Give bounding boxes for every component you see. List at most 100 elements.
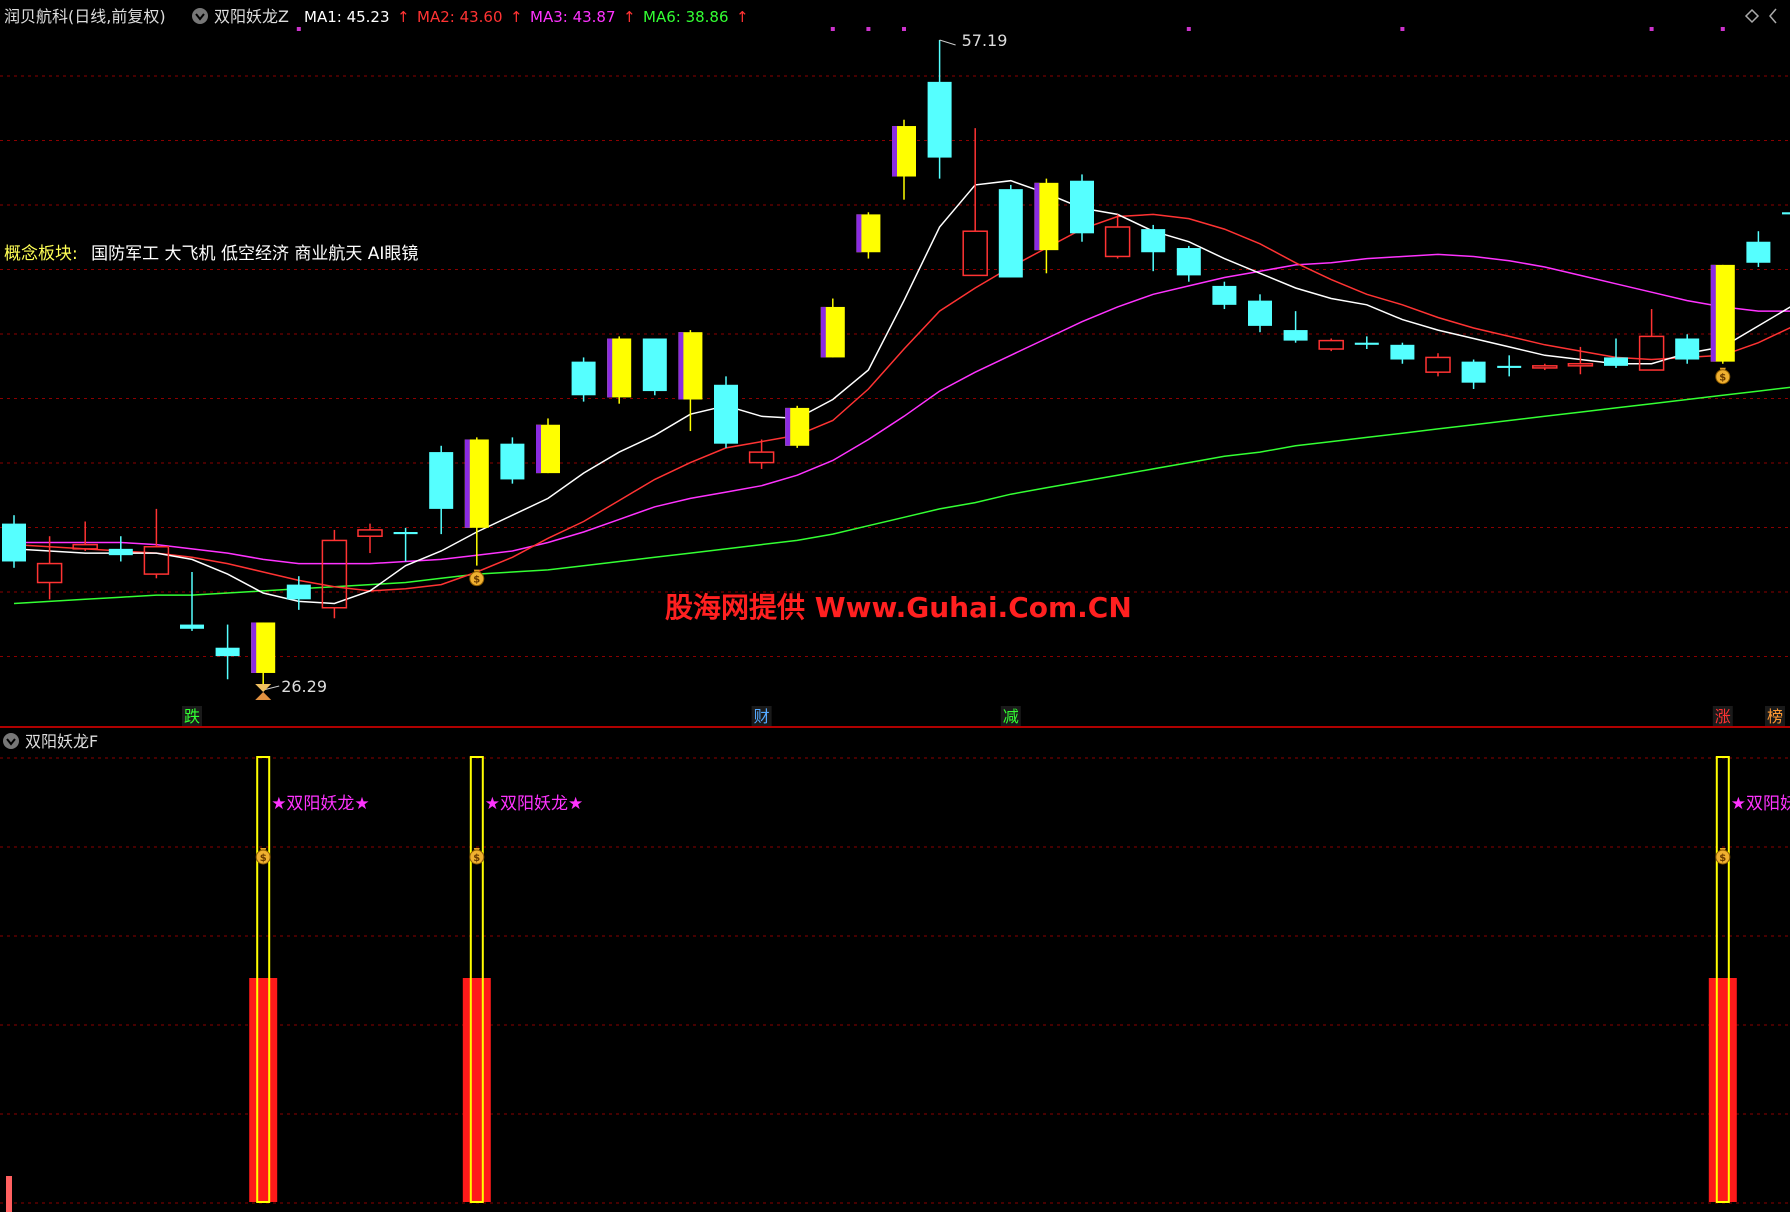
candle[interactable] [785,405,810,448]
svg-text:$: $ [473,853,480,864]
candle[interactable] [1390,342,1415,364]
signal-column: $ ★双阳妖龙★ [462,756,583,1203]
candle[interactable] [998,184,1023,278]
ma-legend-item: MA6: 38.86 [643,8,729,26]
money-bag-icon: $ [469,569,485,587]
candle[interactable] [1497,355,1522,377]
bottom-markers: 跌财减涨榜 [182,706,1785,726]
candle[interactable] [1782,162,1790,238]
svg-text:$: $ [473,575,480,586]
candle[interactable] [321,529,348,619]
bottom-marker: 财 [751,706,772,726]
bottom-marker: 减 [1000,706,1021,726]
candle[interactable] [108,536,133,562]
volume-stub [6,1176,12,1212]
candle[interactable] [1034,178,1059,274]
candle[interactable] [1354,336,1379,350]
candle[interactable] [180,571,204,631]
candle[interactable] [642,338,667,396]
candle[interactable] [2,515,26,568]
candle[interactable] [1710,264,1735,364]
price-panel[interactable]: $ $ 润贝航科(日线,前复权) 双阳妖龙Z MA1: 45.23 ↑ MA2: 43… [0,7,1790,726]
candle[interactable] [72,521,98,551]
signal-column: $ ★双阳妖龙★ [249,756,370,1203]
money-bag-icon: $ [469,848,485,865]
candle[interactable] [892,119,916,200]
signal-label: ★双阳妖龙★ [485,794,583,814]
svg-text:$: $ [1719,373,1726,384]
svg-text:财: 财 [754,707,770,726]
candle[interactable] [1604,338,1628,368]
stock-chart-window[interactable]: $ $ 润贝航科(日线,前复权) 双阳妖龙Z MA1: 45.23 ↑ MA2: 43… [0,0,1790,1212]
candle[interactable] [1746,231,1771,267]
candle[interactable] [748,439,775,469]
signal-bar [462,978,491,1202]
candle[interactable] [1532,363,1558,371]
candle[interactable] [500,437,525,484]
candle[interactable] [1283,311,1308,343]
diamond-icon[interactable] [1744,8,1760,24]
bottom-marker: 榜 [1765,706,1785,726]
indicator-dropdown-icon[interactable] [192,8,208,24]
candle[interactable] [393,527,418,562]
candle[interactable] [1248,294,1272,333]
candle[interactable] [856,212,881,259]
candle[interactable] [962,128,988,277]
concept-value: 国防军工 大飞机 低空经济 商业航天 AI眼镜 [91,244,418,264]
signal-dot [1400,27,1405,31]
candle[interactable] [1176,245,1201,282]
candle[interactable] [1461,359,1486,389]
signal-dot [1720,27,1725,31]
svg-text:概念板块: 国防军工 大飞机 低空经济 商业航天: 概念板块: 国防军工 大飞机 低空经济 商业航天 AI眼镜 [4,243,418,264]
signal-panel[interactable]: 双阳妖龙F $ ★双阳妖龙★ $ ★双阳妖龙★ $ ★双阳妖龙★ [0,732,1790,1212]
indicator-name[interactable]: 双阳妖龙Z [214,7,289,26]
stock-title: 润贝航科(日线,前复权) [4,7,166,26]
candle[interactable] [678,330,703,432]
svg-text:$: $ [1719,853,1726,864]
candle[interactable] [1318,338,1344,352]
signal-bars: $ ★双阳妖龙★ $ ★双阳妖龙★ $ ★双阳妖龙★ [249,756,1790,1203]
svg-text:减: 减 [1003,707,1019,726]
signal-dot [296,27,301,31]
signal-dot [902,27,906,31]
svg-text:涨: 涨 [1715,707,1731,726]
ma2-line [13,213,1790,592]
ma6-line [13,386,1790,605]
candle[interactable] [429,445,454,535]
signal-label: ★双阳妖龙★ [1731,794,1790,814]
candle[interactable] [536,418,560,474]
ma-legend-item: MA2: 43.60 [417,8,503,26]
up-arrow-icon: ↑ [736,8,749,26]
candle[interactable] [1141,224,1166,272]
candle[interactable] [1425,353,1451,377]
candle[interactable] [215,624,240,680]
candle[interactable] [1675,334,1700,364]
candle[interactable] [251,622,276,690]
ma-legend-item: MA3: 43.87 [530,8,616,26]
candle[interactable] [714,376,738,448]
chevron-icon[interactable] [1769,8,1777,24]
ma-legend: MA1: 45.23 ↑ MA2: 43.60 ↑ MA3: 43.87 ↑ MA6: 38… [304,8,749,26]
up-arrow-icon: ↑ [623,8,636,26]
candle[interactable] [571,357,596,402]
candle[interactable] [607,336,632,404]
low-price-label: 26.29 [281,677,327,696]
candle[interactable] [1212,281,1237,310]
ma-legend-item: MA1: 45.23 [304,8,390,26]
candle[interactable] [1104,214,1131,259]
bottom-marker: 涨 [1712,706,1733,726]
candle[interactable] [927,40,952,179]
signal-label: ★双阳妖龙★ [271,794,369,814]
candle[interactable] [820,298,845,358]
candle[interactable] [357,523,383,554]
signal-bar [1708,978,1737,1202]
money-bag-icon: $ [255,848,271,865]
up-arrow-icon: ↑ [397,8,410,26]
signal-dropdown-icon[interactable] [3,733,19,749]
candle[interactable] [464,437,489,566]
hourglass-icon [255,684,272,700]
svg-text:榜: 榜 [1767,707,1783,726]
signal-dot [1649,27,1654,31]
candle[interactable] [1070,174,1094,242]
up-arrow-icon: ↑ [510,8,523,26]
